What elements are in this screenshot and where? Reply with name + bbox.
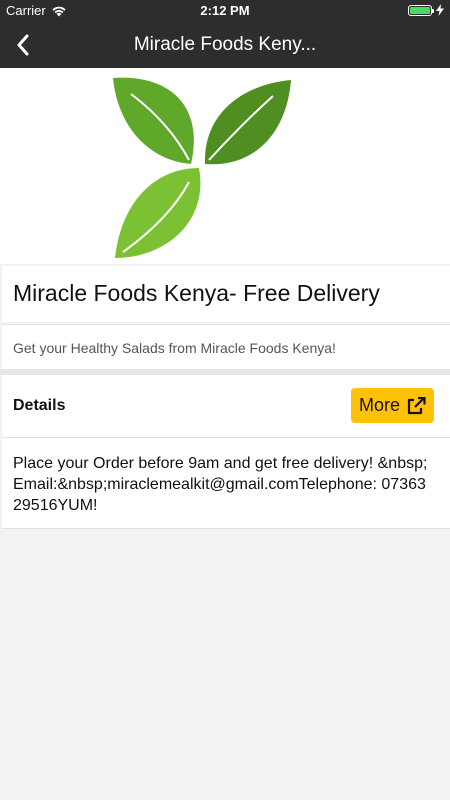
- hero-image-area: [0, 68, 450, 264]
- battery-fill: [410, 6, 430, 14]
- navigation-bar: Miracle Foods Keny...: [0, 22, 450, 68]
- status-bar: Carrier 2:12 PM: [0, 0, 450, 22]
- listing-title: Miracle Foods Kenya- Free Delivery: [13, 280, 380, 306]
- listing-subtitle-card: Get your Healthy Salads from Miracle Foo…: [2, 324, 450, 370]
- external-link-icon: [407, 396, 426, 414]
- details-header: Details More: [2, 375, 450, 438]
- battery-group: [408, 4, 444, 16]
- listing-subtitle: Get your Healthy Salads from Miracle Foo…: [13, 340, 336, 356]
- battery-icon: [408, 4, 434, 16]
- chevron-left-icon: [17, 34, 29, 56]
- status-time: 2:12 PM: [200, 3, 250, 18]
- details-description: Place your Order before 9am and get free…: [13, 455, 428, 514]
- back-button[interactable]: [8, 30, 38, 60]
- more-button-label: More: [358, 395, 400, 415]
- charging-bolt-icon: [436, 4, 444, 16]
- page-title: Miracle Foods Keny...: [133, 34, 317, 55]
- details-description-card: Place your Order before 9am and get free…: [2, 438, 450, 529]
- leaf-logo: [113, 77, 291, 258]
- listing-title-card: Miracle Foods Kenya- Free Delivery: [2, 266, 450, 322]
- app-screen: Carrier 2:12 PM Miracle Foods Keny... Mi…: [0, 0, 450, 800]
- more-button[interactable]: More: [351, 388, 434, 423]
- details-label: Details: [13, 397, 66, 414]
